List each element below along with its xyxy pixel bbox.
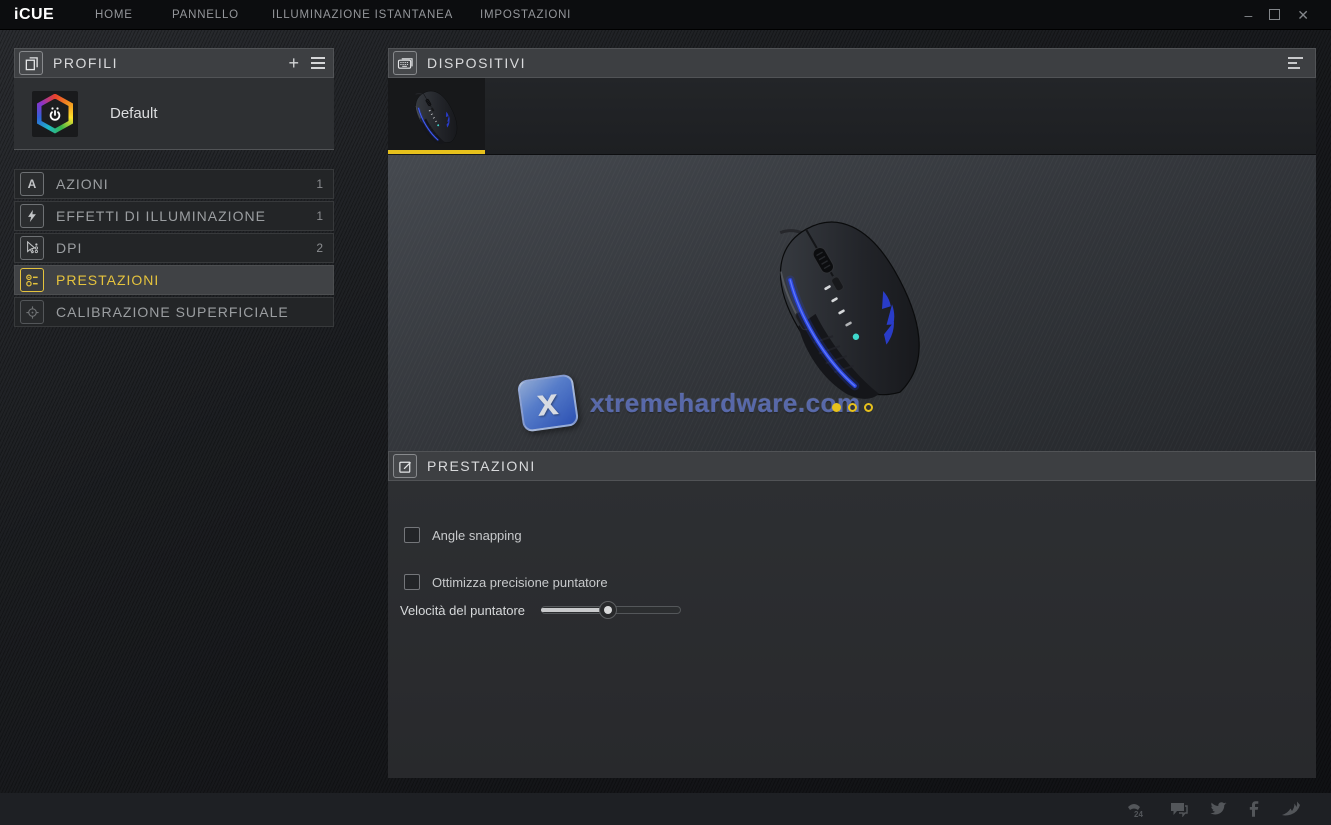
social-links: 24 [1126, 793, 1301, 825]
profiles-menu-icon[interactable] [311, 57, 325, 69]
pointer-speed-label: Velocità del puntatore [400, 603, 541, 618]
nav-instant-lighting[interactable]: ILLUMINAZIONE ISTANTANEA [272, 0, 453, 30]
window-controls: – ✕ [1244, 0, 1309, 30]
titlebar: iCUE HOME PANNELLO ILLUMINAZIONE ISTANTA… [0, 0, 1331, 30]
profile-item-default[interactable]: Default [14, 78, 334, 150]
chat-icon[interactable] [1170, 802, 1188, 817]
device-list-menu-icon[interactable] [1288, 57, 1307, 69]
calibration-target-icon [20, 300, 44, 324]
pagination-dot[interactable] [864, 403, 873, 412]
pointer-speed-row: Velocità del puntatore [400, 601, 1316, 619]
lightning-icon [20, 204, 44, 228]
dpi-cursor-icon [20, 236, 44, 260]
performance-title: PRESTAZIONI [427, 458, 536, 474]
close-icon[interactable]: ✕ [1297, 0, 1309, 30]
profiles-icon [19, 51, 43, 75]
sidebar-item-actions[interactable]: A AZIONI 1 [14, 169, 334, 199]
twitter-icon[interactable] [1210, 802, 1227, 816]
mouse-thumbnail [408, 86, 466, 148]
pointer-speed-slider[interactable] [541, 601, 681, 619]
svg-text:24: 24 [1134, 810, 1143, 818]
corsair-logo-icon[interactable] [1281, 801, 1301, 817]
device-tabstrip [388, 78, 1316, 155]
device-preview-stage: x xtremehardware.com [388, 155, 1316, 451]
sidebar-item-lighting-effects[interactable]: EFFETTI DI ILLUMINAZIONE 1 [14, 201, 334, 231]
mouse-image [752, 199, 952, 419]
actions-icon: A [20, 172, 44, 196]
pointer-precision-checkbox[interactable] [404, 574, 420, 590]
profile-avatar [32, 91, 78, 137]
add-profile-button[interactable]: + [288, 54, 299, 72]
icue-logo: iCUE [14, 0, 54, 30]
pointer-precision-row: Ottimizza precisione puntatore [404, 574, 1316, 590]
pointer-speed-fill [541, 608, 608, 612]
device-tab-mouse[interactable] [388, 78, 485, 155]
nav-dashboard[interactable]: PANNELLO [172, 0, 239, 30]
device-pagination[interactable] [388, 403, 1316, 412]
pointer-speed-knob[interactable] [599, 601, 617, 619]
sidebar-item-performance[interactable]: PRESTAZIONI [14, 265, 334, 295]
devices-title: DISPOSITIVI [427, 55, 526, 71]
profiles-panel: PROFILI + Default A AZIONI 1 [14, 48, 334, 327]
statusbar: 24 [0, 793, 1331, 825]
performance-section-header: PRESTAZIONI [388, 451, 1316, 481]
device-settings-menu: A AZIONI 1 EFFETTI DI ILLUMINAZIONE 1 [14, 169, 334, 327]
nav-settings[interactable]: IMPOSTAZIONI [480, 0, 571, 30]
sidebar-item-dpi[interactable]: DPI 2 [14, 233, 334, 263]
performance-settings: Angle snapping Ottimizza precisione punt… [388, 481, 1316, 778]
pagination-dot[interactable] [848, 403, 857, 412]
profile-name: Default [110, 105, 158, 122]
nav-home[interactable]: HOME [95, 0, 133, 30]
devices-panel: DISPOSITIVI x xtremehardware.com [388, 48, 1316, 778]
keyboard-devices-icon [393, 51, 417, 75]
active-tab-indicator [388, 150, 485, 154]
angle-snapping-checkbox[interactable] [404, 527, 420, 543]
performance-sliders-icon [20, 268, 44, 292]
edit-icon [393, 454, 417, 478]
pagination-dot[interactable] [832, 403, 841, 412]
angle-snapping-row: Angle snapping [404, 527, 1316, 543]
maximize-icon[interactable] [1269, 0, 1280, 30]
facebook-icon[interactable] [1249, 801, 1259, 817]
sidebar-item-surface-calibration[interactable]: CALIBRAZIONE SUPERFICIALE [14, 297, 334, 327]
minimize-icon[interactable]: – [1244, 0, 1252, 30]
support-24h-icon[interactable]: 24 [1126, 801, 1148, 818]
profiles-header: PROFILI + [14, 48, 334, 78]
profiles-title: PROFILI [53, 55, 118, 71]
devices-header: DISPOSITIVI [388, 48, 1316, 78]
